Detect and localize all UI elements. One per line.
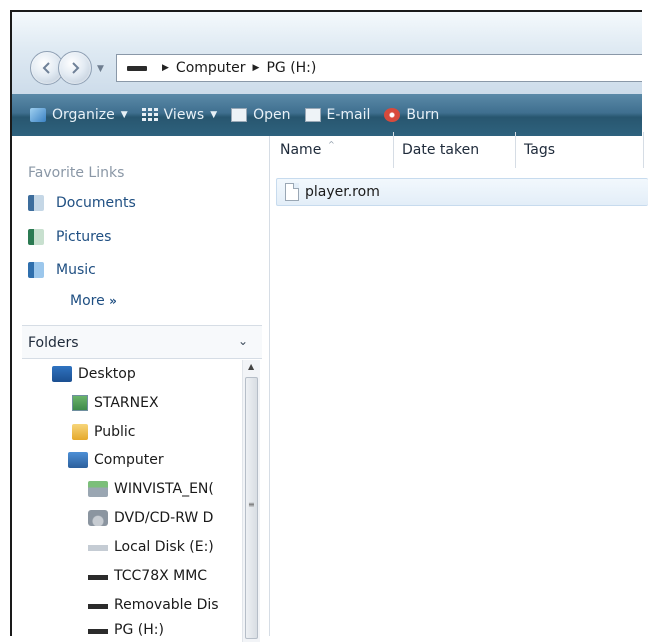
dvd-drive-icon: [88, 510, 108, 526]
tree-item-dvd[interactable]: DVD/CD-RW D: [88, 510, 237, 526]
open-icon: [231, 108, 248, 122]
back-arrow-icon: [42, 62, 50, 74]
column-header-tags[interactable]: Tags: [516, 132, 644, 168]
favorite-link-documents[interactable]: Documents: [28, 195, 136, 211]
desktop-icon: [52, 366, 72, 382]
tree-item-label: WINVISTA_EN(: [114, 481, 214, 497]
burn-icon: [384, 108, 401, 122]
favorite-link-pictures[interactable]: Pictures: [28, 229, 111, 245]
column-header-label: Tags: [524, 142, 555, 158]
tree-item-label: Computer: [94, 452, 164, 468]
tree-item-label: PG (H:): [114, 622, 164, 638]
organize-label: Organize: [52, 107, 115, 123]
pictures-icon: [28, 229, 44, 245]
folders-label: Folders: [28, 335, 79, 351]
tree-item-desktop[interactable]: Desktop: [52, 366, 237, 382]
documents-icon: [28, 195, 44, 211]
favorite-link-music[interactable]: Music: [28, 262, 96, 278]
removable-drive-icon: [88, 568, 108, 584]
breadcrumb-drive[interactable]: PG (H:): [266, 60, 316, 76]
tree-item-label: TCC78X MMC: [114, 568, 208, 584]
address-bar[interactable]: ▶ Computer ▶ PG (H:): [116, 54, 642, 82]
favorite-link-label: Music: [56, 262, 96, 278]
column-header-name[interactable]: Name: [272, 132, 394, 168]
open-label: Open: [253, 107, 291, 123]
forward-arrow-icon: [72, 62, 80, 74]
tree-item-local-disk[interactable]: Local Disk (E:): [88, 539, 237, 555]
column-header-label: Date taken: [402, 142, 480, 158]
recent-pages-dropdown-icon[interactable]: ▼: [97, 64, 104, 74]
scroll-up-icon[interactable]: ▲: [248, 362, 254, 371]
navigation-pane: [12, 136, 270, 636]
views-icon: [141, 108, 158, 122]
tree-item-label: DVD/CD-RW D: [114, 510, 214, 526]
file-row[interactable]: player.rom: [276, 178, 648, 206]
network-drive-icon: [88, 481, 108, 497]
local-disk-icon: [88, 539, 108, 555]
chevron-down-icon: ▼: [120, 110, 128, 120]
drive-icon: [127, 65, 147, 71]
chevron-down-icon: ▼: [210, 110, 218, 120]
tree-item-tcc78x[interactable]: TCC78X MMC: [88, 568, 237, 584]
tree-item-pg[interactable]: PG (H:): [88, 622, 237, 638]
views-label: Views: [163, 107, 205, 123]
tree-item-label: STARNEX: [94, 395, 159, 411]
views-button[interactable]: Views ▼: [141, 107, 218, 123]
more-label: More: [70, 293, 105, 309]
email-icon: [304, 108, 321, 122]
burn-button[interactable]: Burn: [384, 107, 439, 123]
user-folder-icon: [72, 395, 88, 411]
favorite-links-heading: Favorite Links: [28, 165, 125, 181]
file-name: player.rom: [305, 184, 380, 200]
burn-label: Burn: [406, 107, 440, 123]
folder-tree-scrollbar[interactable]: ▲ ≡: [242, 360, 260, 642]
favorite-link-label: Pictures: [56, 229, 112, 245]
organize-icon: [30, 108, 46, 122]
tree-item-computer[interactable]: Computer: [68, 452, 237, 468]
sort-indicator-icon: ^: [328, 140, 335, 149]
tree-item-label: Removable Dis: [114, 597, 219, 613]
tree-item-label: Public: [94, 424, 136, 440]
column-header-label: Name: [280, 142, 322, 158]
organize-button[interactable]: Organize ▼: [30, 107, 128, 123]
command-bar: Organize ▼ Views ▼ Open E-mail Burn: [12, 94, 642, 136]
chevron-down-icon: ⌄: [237, 334, 248, 348]
forward-button[interactable]: [58, 51, 92, 85]
column-header-date-taken[interactable]: Date taken: [394, 132, 516, 168]
breadcrumb-computer[interactable]: Computer: [176, 60, 246, 76]
folder-icon: [72, 424, 88, 440]
folders-header[interactable]: Folders ⌄: [22, 325, 262, 359]
more-links-button[interactable]: More »: [70, 293, 117, 309]
tree-item-label: Local Disk (E:): [114, 539, 214, 555]
removable-drive-icon: [88, 597, 108, 613]
double-chevron-right-icon: »: [109, 294, 117, 308]
breadcrumb-arrow-icon[interactable]: ▶: [162, 63, 169, 73]
tree-item-removable[interactable]: Removable Dis: [88, 597, 237, 613]
breadcrumb-arrow-icon[interactable]: ▶: [253, 63, 260, 73]
scrollbar-grip-icon: ≡: [248, 500, 255, 509]
tree-item-starnex[interactable]: STARNEX: [72, 395, 237, 411]
tree-item-winvista[interactable]: WINVISTA_EN(: [88, 481, 237, 497]
email-button[interactable]: E-mail: [304, 107, 371, 123]
open-button[interactable]: Open: [231, 107, 291, 123]
tree-item-label: Desktop: [78, 366, 136, 382]
file-icon: [285, 183, 299, 201]
favorite-link-label: Documents: [56, 195, 136, 211]
email-label: E-mail: [326, 107, 371, 123]
tree-item-public[interactable]: Public: [72, 424, 237, 440]
removable-drive-icon: [88, 622, 108, 638]
computer-icon: [68, 452, 88, 468]
music-icon: [28, 262, 44, 278]
